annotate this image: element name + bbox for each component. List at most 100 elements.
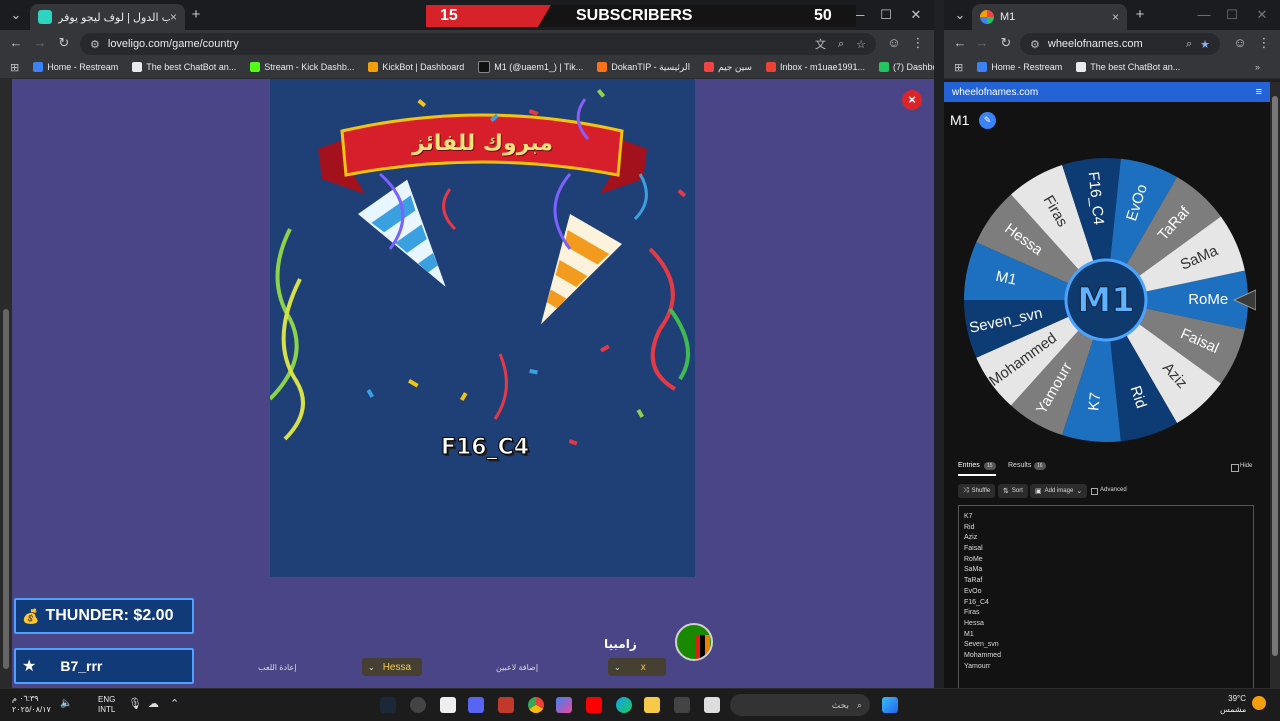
left-browser-window: ⌄ لعبة حرب الدول | لوف ليجو يوفر × + — ☐… [0, 0, 934, 688]
zoom-icon[interactable]: ⌕ [1186, 38, 1192, 51]
hide-checkbox[interactable] [1231, 464, 1239, 472]
forward-icon[interactable]: → [30, 30, 50, 56]
advanced-checkbox[interactable] [1091, 488, 1098, 495]
edit-pencil-icon[interactable]: ✎ [979, 112, 996, 129]
close-window-icon[interactable]: ✕ [1252, 2, 1272, 28]
close-tab-icon[interactable]: × [1112, 10, 1119, 24]
translate-icon[interactable]: 文 [815, 36, 826, 52]
bookmark-item[interactable]: Inbox - m1uae1991... [765, 62, 865, 72]
steam-icon[interactable] [380, 697, 396, 713]
apps-grid-icon[interactable]: ⊞ [10, 61, 19, 74]
tab-search-icon[interactable]: ⌄ [6, 2, 26, 28]
app-icon[interactable] [410, 697, 426, 713]
winner-card: مبروك للفائز F16_C4 [270, 79, 695, 577]
mic-icon[interactable]: 🎙 [128, 697, 142, 710]
window-icon[interactable] [704, 697, 720, 713]
minimize-icon[interactable]: — [1194, 2, 1214, 28]
add-image-button[interactable]: ▣ Add image ⌄ [1030, 484, 1088, 498]
bookmark-item[interactable]: Home - Restream [33, 62, 118, 72]
new-tab-icon[interactable]: + [186, 2, 206, 28]
start-windows-icon[interactable] [882, 697, 898, 713]
player-select[interactable]: ⌄ Hessa [362, 658, 422, 676]
profile-avatar-icon[interactable]: ☺ [884, 30, 904, 56]
bookmark-item[interactable]: سين جيم [704, 62, 752, 73]
x-select[interactable]: ⌄ x [608, 658, 666, 676]
store-icon[interactable] [674, 697, 690, 713]
back-icon[interactable]: ← [6, 30, 26, 56]
obs-icon[interactable] [498, 697, 514, 713]
wheel-label: RoMe [1188, 291, 1228, 308]
close-window-icon[interactable]: ✕ [906, 2, 926, 28]
name-wheel[interactable]: RoMeFaisalAzizRidK7YamourrMohammedSeven_… [956, 150, 1256, 450]
bookmark-item[interactable]: Stream - Kick Dashb... [250, 62, 354, 72]
weather-widget[interactable]: 39°C مشمس [1220, 693, 1246, 715]
maximize-icon[interactable]: ☐ [1222, 2, 1242, 28]
taskbar-search[interactable]: بحث ⌕ [730, 694, 870, 716]
bookmark-item[interactable]: KickBot | Dashboard [368, 62, 464, 72]
close-tab-icon[interactable]: × [170, 10, 177, 24]
bookmark-star-icon[interactable]: ★ [1200, 38, 1210, 51]
menu-icon[interactable]: ⋮ [1254, 30, 1274, 56]
copilot-icon[interactable] [556, 697, 572, 713]
address-bar[interactable]: ⚙ loveligo.com/game/country 文 ⌕ ☆ [80, 33, 876, 55]
bookmark-item[interactable]: DokanTIP - الرئيسية [597, 62, 690, 73]
apps-grid-icon[interactable]: ⊞ [954, 61, 963, 74]
bookmark-item[interactable]: (7) Dashboard / Stre... [879, 62, 934, 72]
tab-wheel[interactable]: M1 × [972, 4, 1127, 30]
site-title[interactable]: wheelofnames.com [952, 87, 1038, 98]
zoom-icon[interactable]: ⌕ [838, 38, 844, 51]
more-bookmarks-icon[interactable]: » [1255, 62, 1260, 72]
chrome-icon[interactable] [528, 697, 544, 713]
image-icon: ▣ [1035, 488, 1042, 495]
capture-icon[interactable] [440, 697, 456, 713]
scrollbar-thumb[interactable] [3, 309, 9, 669]
chevron-down-icon: ⌄ [1076, 488, 1083, 495]
cloud-icon[interactable]: ☁ [148, 697, 159, 710]
profile-avatar-icon[interactable]: ☺ [1230, 30, 1250, 56]
forward-icon[interactable]: → [972, 30, 992, 56]
clock[interactable]: ٠٦:٣٩ م ٢٠٢٥/٠٨/١٧ [12, 693, 51, 715]
youtube-icon[interactable] [586, 697, 602, 713]
address-bar[interactable]: ⚙ wheelofnames.com ⌕ ★ [1020, 33, 1220, 55]
bookmark-item[interactable]: Home - Restream [977, 62, 1062, 72]
page-scrollbar[interactable] [0, 79, 12, 688]
active-tab-underline [958, 474, 996, 476]
restart-button[interactable]: إعادة اللعب [258, 663, 296, 672]
discord-icon[interactable] [468, 697, 484, 713]
bookmarks-bar: ⊞ Home - Restream The best ChatBot an...… [0, 56, 934, 79]
scrollbar-thumb[interactable] [1272, 96, 1278, 656]
maximize-icon[interactable]: ☐ [876, 2, 896, 28]
bookmark-star-icon[interactable]: ☆ [856, 38, 866, 51]
tray-chevron-icon[interactable]: ⌃ [170, 697, 179, 710]
wheel-label: K7 [1085, 392, 1104, 412]
shuffle-button[interactable]: ⤨ Shuffle [958, 484, 996, 498]
folder-icon[interactable] [644, 697, 660, 713]
bookmark-item[interactable]: The best ChatBot an... [132, 62, 236, 72]
entries-textarea[interactable]: K7 Rid Aziz Faisal RoMe SaMa TaRaf EvOo F16_C4 Fi… [958, 505, 1254, 688]
sort-button[interactable]: ⇅ Sort [998, 484, 1028, 498]
new-tab-icon[interactable]: + [1130, 2, 1150, 28]
hamburger-menu-icon[interactable]: ≡ [1256, 86, 1262, 98]
menu-icon[interactable]: ⋮ [908, 30, 928, 56]
tab-entries[interactable]: Entries [958, 462, 980, 469]
bookmark-item[interactable]: The best ChatBot an... [1076, 62, 1180, 72]
close-winner-button[interactable]: × [902, 90, 922, 110]
reload-icon[interactable]: ↻ [54, 30, 74, 56]
bookmark-item[interactable]: M1 (@uaem1_) | Tik... [478, 61, 583, 73]
edge-icon[interactable] [616, 697, 632, 713]
donation-card: ★ B7_rrr [14, 648, 194, 684]
reload-icon[interactable]: ↻ [996, 30, 1016, 56]
tab-results[interactable]: Results [1008, 462, 1031, 469]
tab-search-icon[interactable]: ⌄ [950, 2, 970, 28]
back-icon[interactable]: ← [950, 30, 970, 56]
language-indicator[interactable]: ENG INTL [98, 695, 115, 715]
donation-card: 💰 THUNDER: $2.00 [14, 598, 194, 634]
page-scrollbar[interactable] [1270, 82, 1280, 688]
windows-taskbar: ٠٦:٣٩ م ٢٠٢٥/٠٨/١٧ ENG INTL 🔈 🎙 ☁ ⌃ بحث … [0, 688, 1280, 721]
wheel-title[interactable]: M1 [950, 112, 969, 128]
site-info-icon[interactable]: ⚙ [90, 38, 100, 51]
speaker-icon[interactable]: 🔈 [60, 698, 72, 709]
site-info-icon[interactable]: ⚙ [1030, 38, 1040, 51]
tab-game[interactable]: لعبة حرب الدول | لوف ليجو يوفر × [30, 4, 185, 30]
add-players-button[interactable]: إضافة لاعبين [496, 663, 538, 672]
